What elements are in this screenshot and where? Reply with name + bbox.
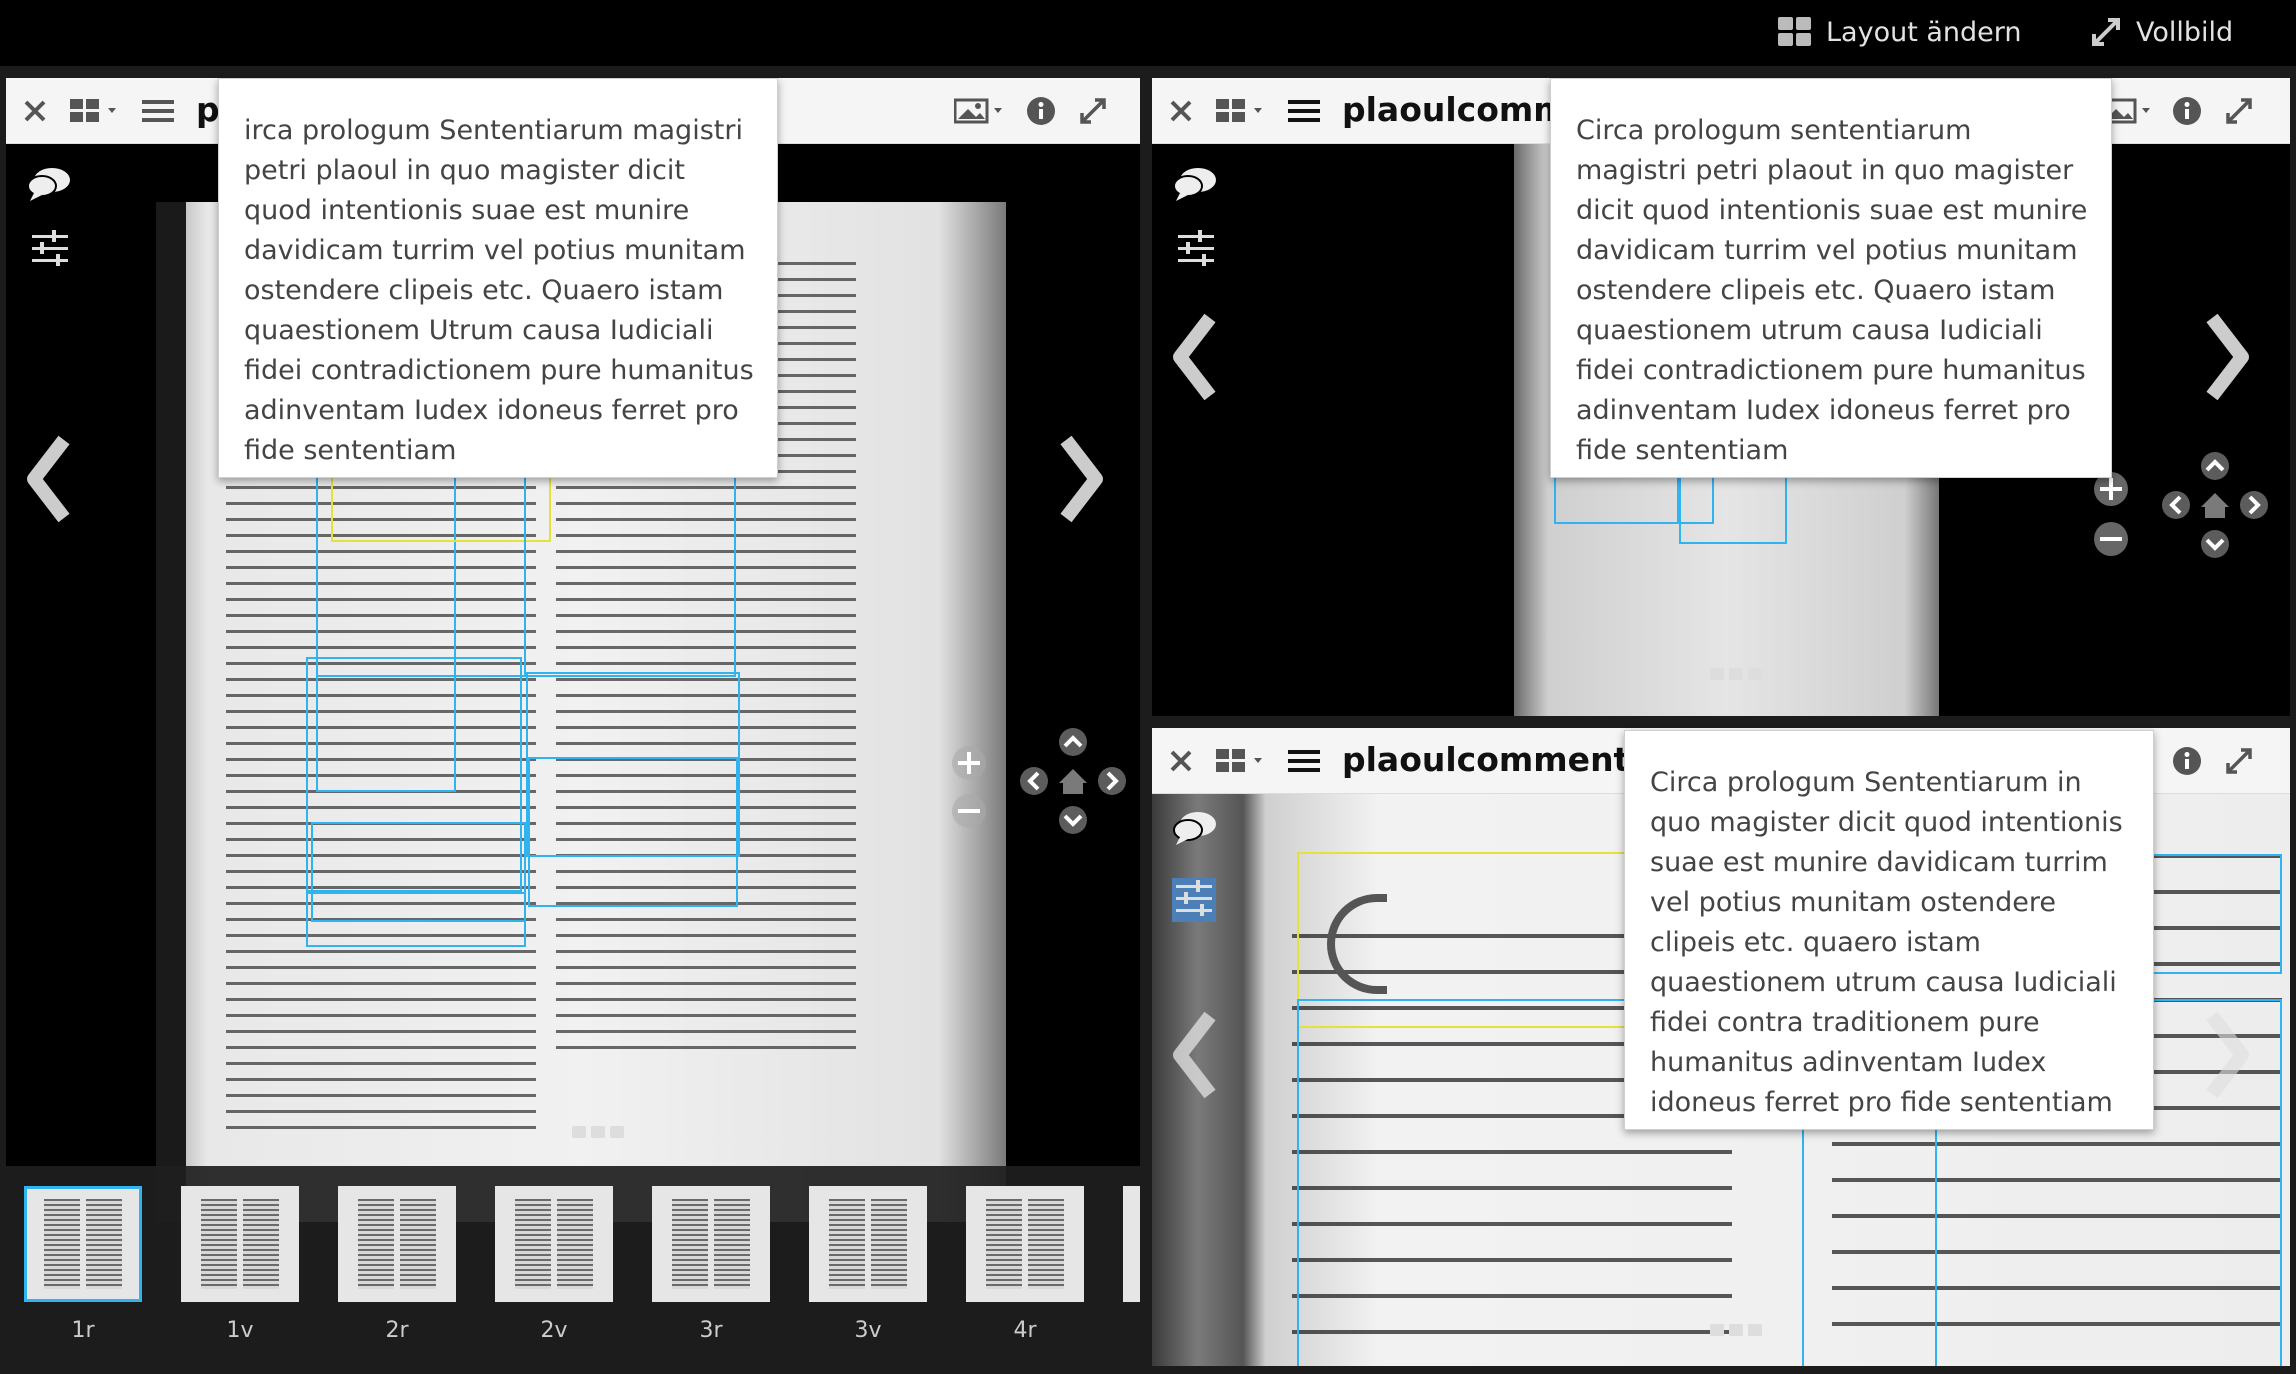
next-page-arrow[interactable] — [2202, 312, 2252, 406]
annotation-tooltip: Circa prologum sententiarum magistri pet… — [1550, 78, 2112, 478]
panel-title: plaoulcommentar — [1342, 740, 1668, 779]
top-bar: Layout ändern Vollbild — [0, 0, 2296, 66]
info-icon[interactable] — [2172, 746, 2202, 776]
menu-icon[interactable] — [1288, 96, 1320, 126]
annotation-tooltip: Circa prologum Sententiarum in quo magis… — [1624, 730, 2154, 1130]
previous-page-arrow[interactable] — [24, 434, 74, 528]
thumbnail-3v[interactable]: 3v — [809, 1186, 927, 1343]
image-adjust-icon[interactable] — [1176, 230, 1216, 270]
thumbnail-label: 2v — [540, 1318, 568, 1343]
panel-title: p — [196, 90, 220, 129]
close-icon[interactable] — [1168, 96, 1194, 126]
window-layout-icon[interactable] — [1216, 746, 1274, 776]
pan-control-icon[interactable] — [1018, 726, 1128, 840]
next-page-arrow[interactable] — [1056, 434, 1106, 528]
fullscreen-label: Vollbild — [2136, 16, 2234, 48]
expand-icon — [2092, 18, 2120, 46]
thumbnail-3r[interactable]: 3r — [652, 1186, 770, 1343]
annotations-icon[interactable] — [1172, 166, 1218, 208]
thumbnail-label: 1r — [71, 1318, 95, 1343]
next-page-arrow[interactable] — [2202, 1010, 2252, 1104]
window-layout-icon[interactable] — [70, 96, 128, 126]
maximize-icon[interactable] — [2224, 746, 2254, 776]
thumbnail-label: 2r — [385, 1318, 409, 1343]
thumbnail-label: 1v — [226, 1318, 254, 1343]
image-options-icon[interactable] — [954, 96, 1010, 126]
thumbnail-label: 3v — [854, 1318, 882, 1343]
maximize-icon[interactable] — [2224, 96, 2254, 126]
info-icon[interactable] — [2172, 96, 2202, 126]
thumbnail-2r[interactable]: 2r — [338, 1186, 456, 1343]
thumbnail-1r[interactable]: 1r — [24, 1186, 142, 1343]
close-icon[interactable] — [1168, 746, 1194, 776]
previous-page-arrow[interactable] — [1170, 312, 1220, 406]
page-dots-icon — [1710, 1324, 1762, 1336]
grid-icon — [1778, 17, 1811, 46]
image-adjust-icon[interactable] — [1172, 878, 1216, 922]
thumbnail-label: 3r — [699, 1318, 723, 1343]
page-dots-icon — [572, 1126, 624, 1138]
info-icon[interactable] — [1026, 96, 1056, 126]
menu-icon[interactable] — [1288, 746, 1320, 776]
previous-page-arrow[interactable] — [1170, 1010, 1220, 1104]
annotation-tooltip: irca prologum Sententiarum magistri petr… — [218, 78, 778, 478]
annotations-icon[interactable] — [26, 166, 72, 208]
thumbnail-partial[interactable] — [1123, 1186, 1140, 1302]
fullscreen-button[interactable]: Vollbild — [2090, 14, 2233, 50]
annotations-icon[interactable] — [1172, 810, 1218, 852]
zoom-in-icon[interactable] — [950, 744, 988, 786]
thumbnail-4r[interactable]: 4r — [966, 1186, 1084, 1343]
pan-control-icon[interactable] — [2160, 450, 2270, 564]
image-adjust-icon[interactable] — [30, 230, 70, 270]
zoom-out-icon[interactable] — [950, 792, 988, 834]
zoom-out-icon[interactable] — [2092, 520, 2130, 562]
maximize-icon[interactable] — [1078, 96, 1108, 126]
window-layout-icon[interactable] — [1216, 96, 1274, 126]
thumbnail-2v[interactable]: 2v — [495, 1186, 613, 1343]
page-dots-icon — [1710, 668, 1762, 680]
thumbnail-label: 4r — [1013, 1318, 1037, 1343]
thumbnail-1v[interactable]: 1v — [181, 1186, 299, 1343]
change-layout-button[interactable]: Layout ändern — [1778, 14, 2022, 50]
change-layout-label: Layout ändern — [1826, 16, 2022, 48]
thumbnail-strip: 1r 1v 2r 2v 3r 3v 4r — [6, 1166, 1140, 1366]
menu-icon[interactable] — [142, 96, 174, 126]
close-icon[interactable] — [22, 96, 48, 126]
